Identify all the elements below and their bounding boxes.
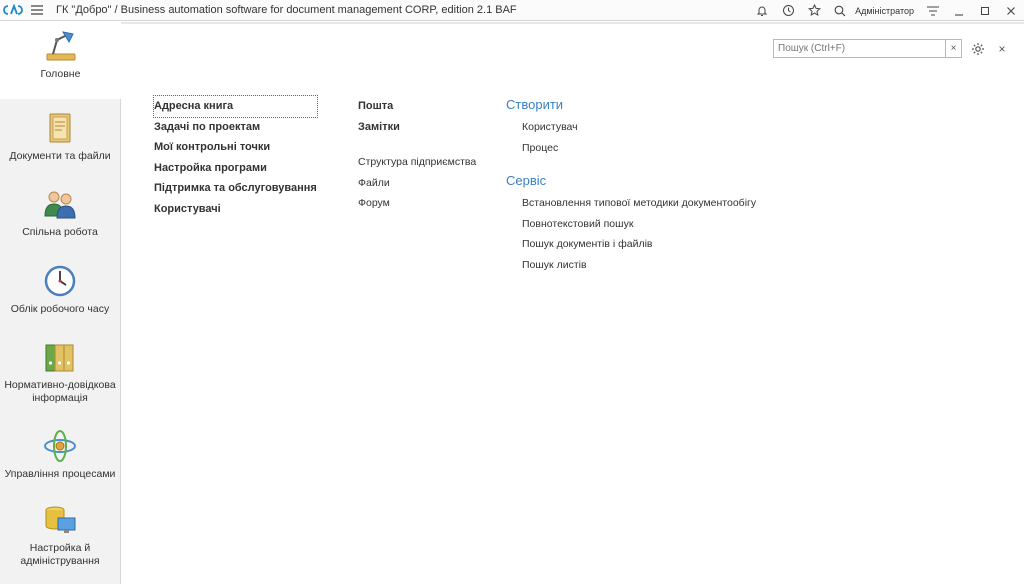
- service-fulltext-search-link[interactable]: Повнотекстовий пошук: [522, 214, 756, 235]
- window-title: ГК "Добро" / Business automation softwar…: [56, 4, 517, 16]
- service-search-documents-link[interactable]: Пошук документів і файлів: [522, 234, 756, 255]
- close-panel-button[interactable]: ×: [994, 40, 1010, 58]
- create-section-title: Створити: [506, 97, 564, 112]
- process-icon: [44, 430, 76, 462]
- desk-lamp-icon: [46, 31, 75, 61]
- service-section-title: Сервіс: [506, 173, 547, 188]
- app-logo-icon[interactable]: [0, 0, 26, 21]
- link-project-tasks[interactable]: Задачі по проектам: [154, 117, 317, 138]
- search-clear-button[interactable]: ×: [946, 39, 962, 58]
- section-label: Головне: [40, 68, 81, 80]
- close-window-icon[interactable]: [998, 0, 1024, 21]
- section-label: Настройка й адміністрування: [20, 542, 100, 567]
- link-program-settings[interactable]: Настройка програми: [154, 158, 317, 179]
- title-bar: ГК "Добро" / Business automation softwar…: [0, 0, 1024, 21]
- create-process-link[interactable]: Процес: [522, 138, 756, 159]
- bell-icon[interactable]: [749, 0, 775, 21]
- sections-panel: Головне Документи та файли Спільна робот…: [0, 22, 121, 584]
- clock-icon: [44, 265, 76, 297]
- link-address-book[interactable]: Адресна книга: [153, 95, 318, 118]
- gear-icon[interactable]: [969, 40, 987, 58]
- section-documents[interactable]: Документи та файли: [0, 104, 120, 176]
- link-notes[interactable]: Замітки: [358, 117, 476, 138]
- search-input[interactable]: [773, 39, 946, 58]
- link-support[interactable]: Підтримка та обслуговування: [154, 178, 317, 199]
- main-menu-icon[interactable]: [26, 0, 48, 21]
- section-administration[interactable]: Настройка й адміністрування: [0, 496, 120, 582]
- link-files[interactable]: Файли: [358, 173, 476, 194]
- home-panel: × × Адресна книга Задачі по проектам Мої…: [121, 22, 1024, 584]
- link-forum[interactable]: Форум: [358, 193, 476, 214]
- star-icon[interactable]: [801, 0, 827, 21]
- section-reference-info[interactable]: Нормативно-довідкова інформація: [0, 333, 120, 413]
- section-label: Облік робочого часу: [10, 303, 110, 315]
- people-icon: [44, 191, 76, 219]
- link-users[interactable]: Користувачі: [154, 199, 317, 220]
- create-user-link[interactable]: Користувач: [522, 117, 756, 138]
- link-company-structure[interactable]: Структура підприємства: [358, 152, 476, 173]
- admin-icon: [45, 506, 76, 533]
- maximize-icon[interactable]: [972, 0, 998, 21]
- history-icon[interactable]: [775, 0, 801, 21]
- section-process-management[interactable]: Управління процесами: [0, 422, 120, 494]
- service-setup-methodology-link[interactable]: Встановлення типової методики документоо…: [522, 193, 756, 214]
- section-label: Управління процесами: [4, 468, 116, 480]
- section-time-tracking[interactable]: Облік робочого часу: [0, 257, 120, 329]
- binders-icon: [45, 344, 74, 372]
- minimize-icon[interactable]: [946, 0, 972, 21]
- current-user[interactable]: Адміністратор: [855, 6, 914, 16]
- link-mail[interactable]: Пошта: [358, 96, 476, 117]
- settings-menu-icon[interactable]: [920, 0, 946, 21]
- section-label: Спільна робота: [22, 226, 98, 238]
- section-collaboration[interactable]: Спільна робота: [0, 180, 120, 252]
- search-icon[interactable]: [827, 0, 853, 21]
- section-home[interactable]: Головне: [0, 22, 121, 99]
- main-links-column: Адресна книга Задачі по проектам Мої кон…: [153, 95, 318, 220]
- secondary-links-column: Пошта Замітки Структура підприємства Фай…: [358, 96, 476, 214]
- actions-column: Створити Користувач Процес Сервіс Встано…: [506, 95, 756, 275]
- section-label: Нормативно-довідкова інформація: [4, 379, 116, 404]
- link-my-checkpoints[interactable]: Мої контрольні точки: [154, 137, 317, 158]
- section-label: Документи та файли: [9, 150, 111, 162]
- service-search-emails-link[interactable]: Пошук листів: [522, 255, 756, 276]
- folder-icon: [49, 113, 71, 143]
